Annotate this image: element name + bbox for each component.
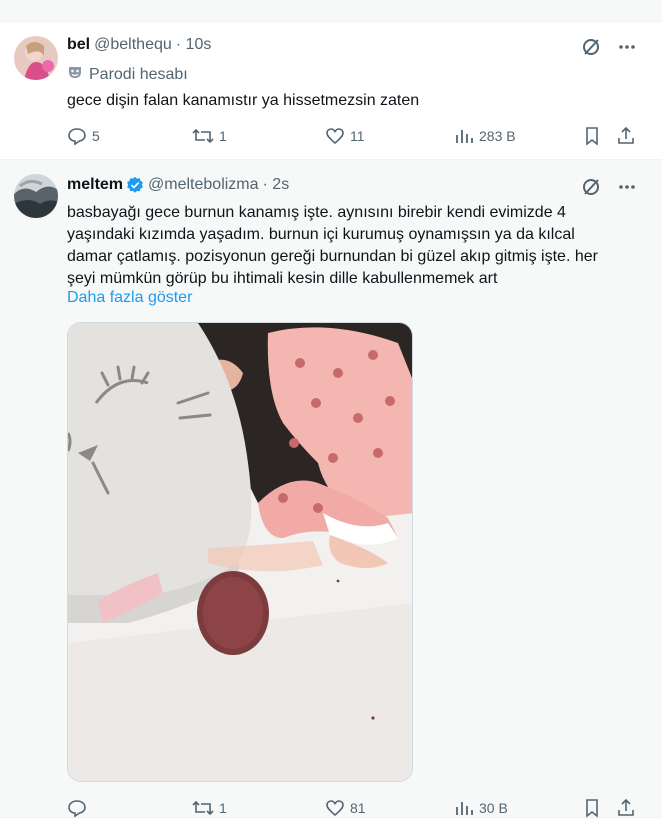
timestamp[interactable]: · 2s bbox=[263, 176, 290, 194]
repost-count: 1 bbox=[219, 800, 227, 816]
views-button[interactable]: 30 B bbox=[454, 798, 508, 818]
more-options-icon[interactable] bbox=[616, 36, 638, 58]
tweet-photo[interactable] bbox=[67, 322, 413, 782]
display-name[interactable]: bel bbox=[67, 36, 90, 54]
bookmark-icon bbox=[586, 127, 598, 146]
previous-tweet-edge bbox=[0, 0, 662, 22]
repost-button[interactable]: 1 bbox=[192, 798, 227, 818]
grok-icon[interactable] bbox=[580, 176, 602, 198]
action-bar: 5 1 11 283 B bbox=[67, 126, 637, 148]
reply-icon bbox=[68, 800, 86, 818]
parody-label: Parodi hesabı bbox=[89, 65, 188, 83]
repost-count: 1 bbox=[219, 128, 227, 144]
tweet-text-line: yaşındaki kızımda yaşadım. burnun içi ku… bbox=[67, 226, 575, 243]
bookmark-button[interactable] bbox=[582, 798, 602, 818]
user-handle[interactable]: @belthequ bbox=[94, 36, 172, 54]
tweet[interactable]: meltem @meltebolizma · 2s basbayağı gece… bbox=[0, 160, 662, 818]
repost-button[interactable]: 1 bbox=[192, 126, 227, 146]
user-handle[interactable]: @meltebolizma bbox=[148, 176, 259, 194]
heart-icon bbox=[326, 128, 344, 145]
display-name[interactable]: meltem bbox=[67, 176, 123, 194]
like-button[interactable]: 11 bbox=[325, 126, 365, 146]
avatar[interactable] bbox=[14, 36, 58, 80]
tweet-text-line: damar çatlamış. pozisyonun gereği burnun… bbox=[67, 248, 598, 265]
share-button[interactable] bbox=[616, 798, 636, 818]
heart-icon bbox=[326, 800, 344, 817]
more-options-icon[interactable] bbox=[616, 176, 638, 198]
reply-button[interactable] bbox=[67, 798, 92, 818]
avatar[interactable] bbox=[14, 174, 58, 218]
tweet-header: bel @belthequ · 10s bbox=[67, 36, 211, 54]
tweet-header: meltem @meltebolizma · 2s bbox=[67, 176, 289, 194]
views-button[interactable]: 283 B bbox=[454, 126, 516, 146]
mask-icon bbox=[67, 64, 83, 85]
tweet-text-line: basbayağı gece burnun kanamış işte. aynı… bbox=[67, 204, 566, 221]
reply-button[interactable]: 5 bbox=[67, 126, 100, 146]
tweet[interactable]: bel @belthequ · 10s Parodi hesabı gece d… bbox=[0, 22, 662, 160]
repost-icon bbox=[192, 128, 214, 144]
share-button[interactable] bbox=[616, 126, 636, 146]
like-button[interactable]: 81 bbox=[325, 798, 366, 818]
repost-icon bbox=[192, 800, 214, 816]
views-count: 283 B bbox=[479, 128, 516, 144]
like-count: 11 bbox=[350, 128, 365, 144]
share-icon bbox=[618, 798, 634, 816]
action-bar: 1 81 30 B bbox=[67, 798, 637, 820]
like-count: 81 bbox=[350, 800, 366, 816]
reply-count: 5 bbox=[92, 128, 100, 144]
verified-badge-icon bbox=[126, 176, 144, 194]
grok-icon[interactable] bbox=[580, 36, 602, 58]
tweet-text: gece dişin falan kanamıstır ya hissetmez… bbox=[67, 92, 420, 109]
bookmark-icon bbox=[586, 799, 598, 818]
share-icon bbox=[618, 126, 634, 144]
tweet-text-line: şeyi mümkün görüp bu ihtimali kesin dill… bbox=[67, 270, 498, 287]
views-icon bbox=[456, 802, 473, 815]
reply-icon bbox=[68, 128, 86, 146]
parody-badge: Parodi hesabı bbox=[67, 64, 188, 85]
bookmark-button[interactable] bbox=[582, 126, 602, 146]
show-more-link[interactable]: Daha fazla göster bbox=[67, 289, 192, 307]
tweet-text: basbayağı gece burnun kanamış işte. aynı… bbox=[67, 202, 598, 290]
views-count: 30 B bbox=[479, 800, 508, 816]
timestamp[interactable]: · 10s bbox=[176, 36, 212, 54]
views-icon bbox=[456, 130, 473, 143]
